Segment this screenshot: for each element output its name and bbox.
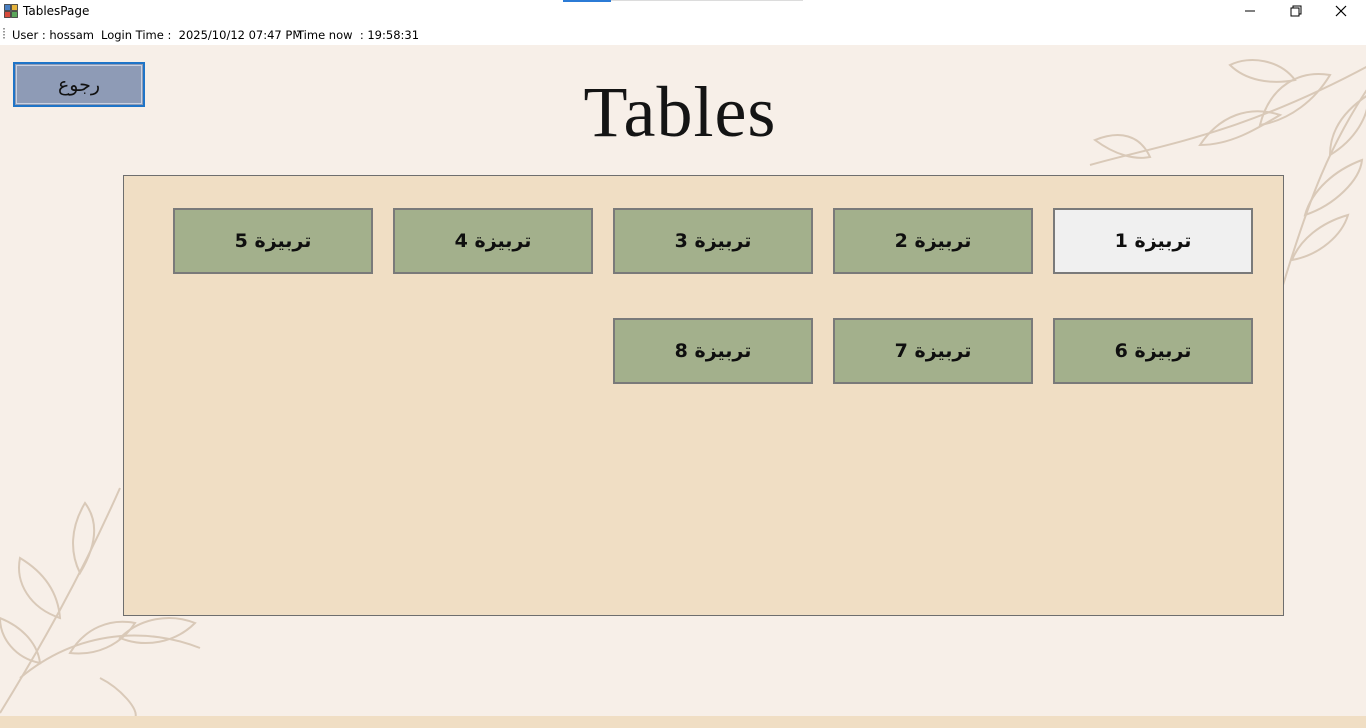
status-user: User : hossam <box>12 28 94 42</box>
table-7-button[interactable]: تربيزة 7 <box>833 318 1033 384</box>
app-window-icon <box>4 4 18 18</box>
grip-icon <box>3 28 5 40</box>
close-button[interactable] <box>1318 0 1364 22</box>
table-3-button[interactable]: تربيزة 3 <box>613 208 813 274</box>
window-titlebar: TablesPage <box>0 0 1366 23</box>
table-4-button[interactable]: تربيزة 4 <box>393 208 593 274</box>
status-login-time: Login Time : 2025/10/12 07:47 PM <box>101 28 303 42</box>
restore-icon <box>1290 5 1302 17</box>
focus-accent-line <box>563 0 611 2</box>
window-title: TablesPage <box>23 4 90 18</box>
back-button[interactable]: رجوع <box>13 62 145 107</box>
restore-button[interactable] <box>1273 0 1319 22</box>
tables-panel: تربيزة 1 تربيزة 2 تربيزة 3 تربيزة 4 تربي… <box>123 175 1284 616</box>
table-1-button[interactable]: تربيزة 1 <box>1053 208 1253 274</box>
table-5-button[interactable]: تربيزة 5 <box>173 208 373 274</box>
table-2-button[interactable]: تربيزة 2 <box>833 208 1033 274</box>
close-icon <box>1335 5 1347 17</box>
table-8-button[interactable]: تربيزة 8 <box>613 318 813 384</box>
status-strip: User : hossam Login Time : 2025/10/12 07… <box>0 23 1366 45</box>
table-6-button[interactable]: تربيزة 6 <box>1053 318 1253 384</box>
status-time-now: Time now : 19:58:31 <box>297 28 420 42</box>
minimize-button[interactable] <box>1227 0 1273 22</box>
minimize-icon <box>1245 10 1255 12</box>
page-title: Tables <box>583 72 777 152</box>
focus-accent-line-light <box>611 0 803 1</box>
bottom-strip <box>0 716 1366 728</box>
